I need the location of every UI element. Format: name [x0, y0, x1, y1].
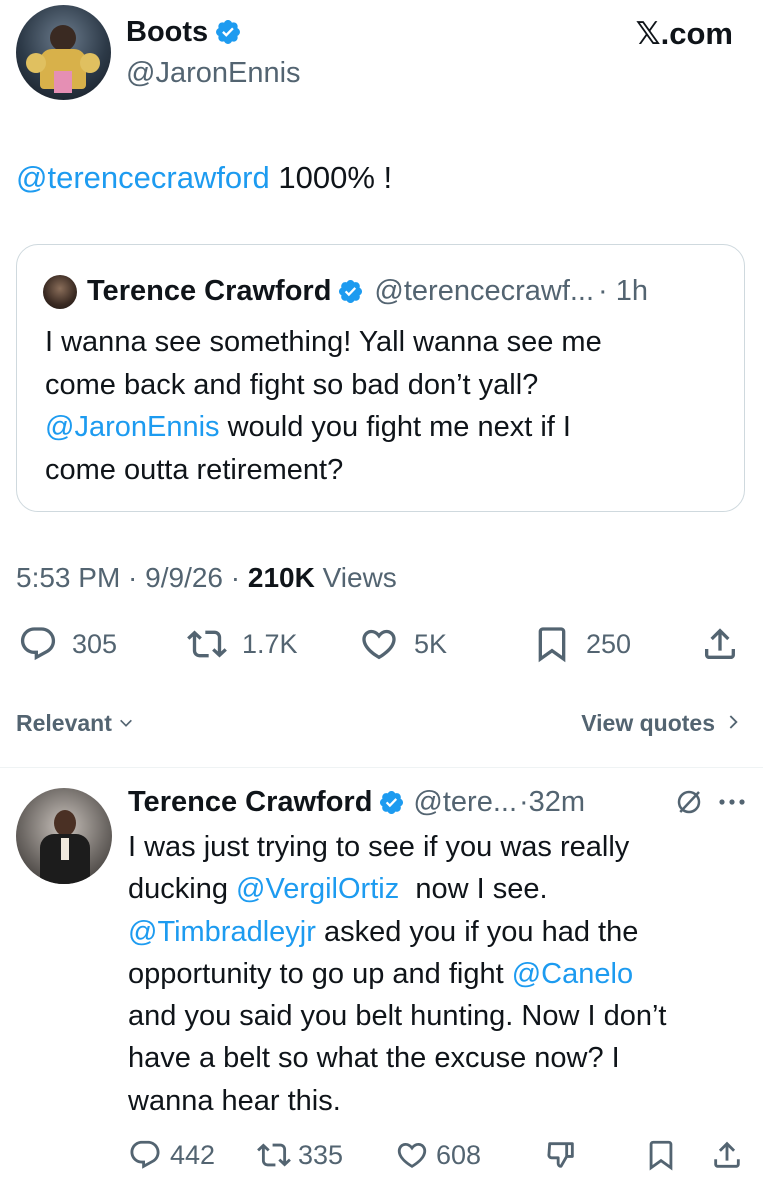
quoted-line: come back and fight so bad don’t yall? [45, 368, 539, 401]
heart-icon [394, 1138, 430, 1172]
reply-like-count: 608 [436, 1139, 482, 1170]
reply-header: Terence Crawford @tere... ·32m [128, 784, 585, 820]
tweet-text: @terencecrawford 1000% ! [16, 158, 392, 198]
tweet-timestamp[interactable]: 5:53 PM · 9/9/26 · [16, 562, 248, 593]
share-icon [700, 624, 740, 664]
reply-line: @Timbradleyjr asked you if you had the [128, 911, 666, 953]
view-quotes-label: View quotes [581, 710, 715, 736]
reply-retweet-button[interactable]: 335 [256, 1138, 343, 1172]
quoted-handle: @terencecrawf... [374, 274, 595, 307]
reply-reply-count: 442 [170, 1139, 216, 1170]
mention-link[interactable]: @terencecrawford [16, 160, 270, 195]
reply-time[interactable]: ·32m [519, 786, 585, 819]
bookmark-button[interactable]: 250 [532, 624, 631, 664]
sort-label: Relevant [16, 710, 112, 736]
quoted-line: come outta retirement? [45, 453, 344, 486]
chevron-down-icon [118, 710, 134, 737]
reply-handle[interactable]: @tere... [413, 786, 517, 819]
reply-icon [18, 624, 58, 664]
quoted-line: I wanna see something! Yall wanna see me [45, 326, 602, 358]
reply-line: ducking @VergilOrtiz now I see. [128, 868, 666, 910]
thumbs-down-icon [544, 1138, 578, 1172]
verified-badge-icon [337, 278, 364, 305]
reply-line: wanna hear this. [128, 1084, 341, 1117]
reply-button[interactable]: 305 [18, 624, 117, 664]
bookmark-icon [644, 1138, 678, 1172]
reply-icon [128, 1138, 162, 1172]
retweet-count: 1.7K [242, 628, 298, 659]
heart-icon [358, 624, 400, 664]
quoted-tweet-card[interactable]: Terence Crawford @terencecrawf... · 1h I… [16, 244, 745, 512]
verified-badge-icon [214, 18, 242, 46]
divider [0, 767, 763, 768]
source-label: 𝕏.com [635, 16, 733, 51]
quoted-header: Terence Crawford @terencecrawf... · 1h [87, 273, 648, 309]
retweet-button[interactable]: 1.7K [186, 624, 298, 664]
like-button[interactable]: 5K [358, 624, 447, 664]
quoted-line-text: would you fight me next if I [219, 411, 571, 443]
mention-link[interactable]: @VergilOrtiz [236, 873, 399, 905]
dislike-button[interactable] [544, 1138, 578, 1172]
reply-line: I was just trying to see if you was real… [128, 831, 630, 863]
reply-line-text: asked you if you had the [315, 915, 639, 948]
reply-like-button[interactable]: 608 [394, 1138, 481, 1172]
view-quotes-link[interactable]: View quotes [581, 710, 741, 737]
like-count: 5K [414, 628, 448, 659]
reply-share-button[interactable] [710, 1138, 744, 1172]
reply-line: opportunity to go up and fight @Canelo [128, 953, 666, 995]
author-handle[interactable]: @JaronEnnis [126, 56, 301, 90]
share-icon [710, 1138, 744, 1172]
quoted-text: I wanna see something! Yall wanna see me… [45, 321, 602, 491]
reply-reply-button[interactable]: 442 [128, 1138, 215, 1172]
tweet-meta: 5:53 PM · 9/9/26 · 210K Views [16, 561, 397, 595]
retweet-icon [186, 624, 228, 664]
reply-bookmark-button[interactable] [644, 1138, 678, 1172]
tweet-body-text: 1000% ! [269, 160, 393, 195]
author-display-name[interactable]: Boots [126, 14, 208, 50]
bookmark-icon [532, 624, 572, 664]
chevron-right-icon [725, 710, 741, 737]
reply-display-name[interactable]: Terence Crawford [128, 784, 372, 820]
sort-relevant-dropdown[interactable]: Relevant [16, 710, 134, 737]
reply-line: and you said you belt hunting. Now I don… [128, 1000, 667, 1033]
author-name-row: Boots [126, 14, 242, 50]
quoted-line: @JaronEnnis would you fight me next if I [45, 406, 602, 449]
reply-text: I was just trying to see if you was real… [128, 826, 666, 1122]
author-avatar[interactable] [16, 5, 111, 100]
verified-badge-icon [378, 789, 405, 816]
reply-count: 305 [72, 628, 118, 659]
share-button[interactable] [700, 624, 740, 664]
retweet-icon [256, 1138, 292, 1172]
reply-retweet-count: 335 [298, 1139, 344, 1170]
quoted-author-avatar [43, 275, 77, 309]
reply-line: have a belt so what the excuse now? I [128, 1042, 620, 1075]
mention-link[interactable]: @Timbradleyjr [128, 916, 316, 948]
quoted-display-name: Terence Crawford [87, 275, 332, 307]
views-label: Views [314, 562, 397, 593]
reply-line-text: now I see. [399, 873, 548, 906]
bookmark-count: 250 [586, 628, 632, 659]
mention-link[interactable]: @Canelo [512, 958, 633, 990]
reply-line-text: opportunity to go up and fight [128, 957, 512, 990]
reply-line-text: ducking [128, 873, 237, 906]
reply-author-avatar[interactable] [16, 788, 112, 884]
more-options-icon[interactable] [718, 792, 746, 817]
grok-icon[interactable] [674, 787, 704, 822]
views-count: 210K [247, 562, 315, 593]
quoted-time: · 1h [598, 274, 649, 307]
mention-link[interactable]: @JaronEnnis [45, 411, 220, 443]
